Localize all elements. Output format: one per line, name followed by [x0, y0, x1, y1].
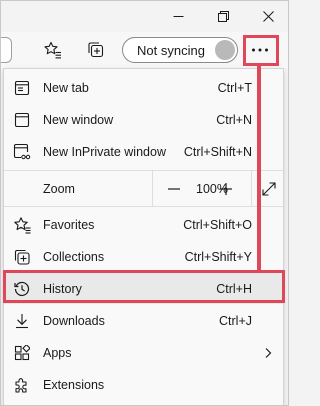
fullscreen-icon	[262, 182, 276, 196]
close-button[interactable]	[245, 0, 291, 32]
menu-divider	[4, 206, 283, 207]
fullscreen-button[interactable]	[259, 179, 279, 199]
restore-icon	[217, 10, 229, 22]
new-window-icon	[13, 111, 31, 129]
menu-item-label: History	[43, 281, 82, 296]
menu-item-label: Extensions	[43, 377, 105, 392]
minimize-icon	[173, 15, 183, 17]
inprivate-icon	[13, 143, 31, 161]
menu-item-label: Collections	[43, 249, 105, 264]
restore-button[interactable]	[200, 0, 246, 32]
title-bar	[0, 0, 289, 32]
menu-item-shortcut: Ctrl+T	[217, 80, 252, 95]
menu-item-shortcut: Ctrl+H	[216, 281, 252, 296]
new-tab-icon	[13, 79, 31, 97]
settings-and-more-button[interactable]	[245, 35, 275, 65]
highlight-connector	[257, 66, 261, 270]
menu-item-collections[interactable]: Collections Ctrl+Shift+Y	[4, 241, 283, 272]
close-icon	[262, 10, 274, 22]
profile-avatar	[215, 40, 235, 60]
favorites-button[interactable]	[38, 35, 68, 65]
zoom-in-button[interactable]	[216, 179, 236, 199]
collections-button[interactable]	[81, 35, 111, 65]
settings-and-more-menu: New tab Ctrl+T New window Ctrl+N New InP…	[4, 69, 283, 406]
menu-item-label: Apps	[43, 345, 72, 360]
menu-item-label: Favorites	[43, 217, 95, 232]
menu-item-label: New window	[43, 112, 114, 127]
downloads-icon	[13, 312, 31, 330]
zoom-separator	[251, 171, 252, 206]
menu-item-label: Downloads	[43, 313, 105, 328]
plus-icon	[220, 183, 232, 195]
menu-item-new-inprivate-window[interactable]: New InPrivate window Ctrl+Shift+N	[4, 136, 283, 167]
address-bar-edge[interactable]	[0, 37, 12, 63]
menu-item-shortcut: Ctrl+N	[216, 112, 252, 127]
toolbar: Not syncing	[0, 32, 289, 68]
more-ellipsis-icon	[252, 48, 268, 52]
menu-item-shortcut: Ctrl+Shift+Y	[184, 249, 252, 264]
zoom-separator	[152, 171, 153, 206]
extensions-icon	[13, 376, 31, 394]
minus-icon	[168, 188, 180, 190]
menu-item-apps[interactable]: Apps	[4, 337, 283, 368]
collections-icon	[13, 248, 31, 266]
favorites-icon	[13, 216, 31, 234]
menu-item-downloads[interactable]: Downloads Ctrl+J	[4, 305, 283, 336]
menu-item-shortcut: Ctrl+Shift+N	[183, 144, 252, 159]
chevron-right-icon	[262, 347, 274, 359]
zoom-out-button[interactable]	[164, 179, 184, 199]
menu-item-extensions[interactable]: Extensions	[4, 369, 283, 400]
favorites-star-icon	[44, 41, 61, 59]
menu-item-history[interactable]: History Ctrl+H	[4, 273, 283, 304]
menu-item-shortcut: Ctrl+J	[219, 313, 252, 328]
menu-item-new-window[interactable]: New window Ctrl+N	[4, 104, 283, 135]
menu-item-favorites[interactable]: Favorites Ctrl+Shift+O	[4, 209, 283, 240]
apps-icon	[13, 344, 31, 362]
history-icon	[13, 280, 31, 298]
menu-item-shortcut: Ctrl+Shift+O	[183, 217, 252, 232]
sync-status-label: Not syncing	[137, 42, 205, 58]
zoom-label: Zoom	[43, 181, 75, 196]
menu-item-label: New tab	[43, 80, 89, 95]
sync-status-button[interactable]: Not syncing	[122, 37, 238, 63]
menu-item-new-tab[interactable]: New tab Ctrl+T	[4, 72, 283, 103]
collections-icon	[88, 42, 104, 58]
minimize-button[interactable]	[155, 0, 201, 32]
zoom-row: Zoom 100%	[4, 171, 283, 206]
menu-item-label: New InPrivate window	[43, 144, 166, 159]
